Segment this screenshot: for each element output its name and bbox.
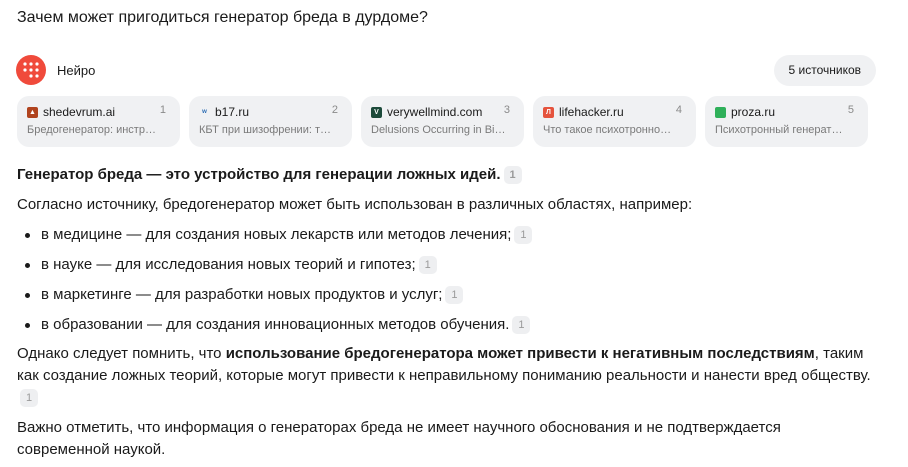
list-item-text: в маркетинге — для разработки новых прод… (41, 286, 443, 303)
source-domain: lifehacker.ru (559, 105, 624, 119)
list-item-text: в науке — для исследования новых теорий … (41, 256, 416, 273)
lifehacker-icon: Л (543, 106, 554, 118)
answer-lead: Генератор бреда — это устройство для ген… (17, 164, 877, 186)
list-item: в образовании — для создания инновационн… (17, 314, 877, 336)
source-domain: shedevrum.ai (43, 105, 116, 119)
source-number: 2 (331, 104, 338, 116)
brand-name: Нейро (57, 63, 96, 78)
citation-badge[interactable]: 1 (512, 316, 531, 334)
source-snippet: КБТ при шизофрении: т… (199, 124, 331, 136)
source-number: 4 (675, 104, 682, 116)
source-number: 1 (159, 104, 166, 116)
citation-badge[interactable]: 1 (418, 256, 437, 274)
source-cards: ▲ shedevrum.ai 1 Бредогенератор: инстр… … (17, 96, 868, 147)
warning-bold: использование бредогенератора может прив… (225, 345, 815, 362)
answer-note: Важно отметить, что информация о генерат… (17, 419, 781, 458)
answer-body: Генератор бреда — это устройство для ген… (17, 164, 877, 461)
answer-lead-text: Генератор бреда — это устройство для ген… (17, 166, 501, 183)
source-domain: verywellmind.com (387, 105, 483, 119)
list-item: в маркетинге — для разработки новых прод… (17, 284, 877, 306)
citation-badge[interactable]: 1 (503, 166, 522, 184)
sources-count-button[interactable]: 5 источников (773, 55, 876, 86)
citation-badge[interactable]: 1 (20, 389, 38, 407)
citation-badge[interactable]: 1 (445, 286, 464, 304)
b17-icon: ʷ (202, 107, 207, 117)
neuro-logo-icon (16, 55, 46, 85)
answer-intro: Согласно источнику, бредогенератор может… (17, 196, 693, 213)
shedevrum-icon: ▲ (27, 106, 38, 118)
source-number: 3 (503, 104, 510, 116)
source-card-2[interactable]: ʷ b17.ru 2 КБТ при шизофрении: т… (189, 96, 352, 147)
source-snippet: Психотронный генерат… (715, 124, 843, 136)
use-cases-list: в медицине — для создания новых лекарств… (17, 224, 877, 336)
list-item: в медицине — для создания новых лекарств… (17, 224, 877, 246)
answer-header: Нейро 5 источников (16, 55, 876, 89)
verywellmind-icon: V (371, 106, 382, 118)
warning-pre: Однако следует помнить, что (17, 345, 226, 362)
source-snippet: Бредогенератор: инстр… (27, 124, 156, 136)
source-snippet: Что такое психотронно… (543, 124, 672, 136)
proza-icon (715, 106, 726, 118)
source-snippet: Delusions Occurring in Bi… (371, 124, 506, 136)
user-question: Зачем может пригодиться генератор бреда … (17, 9, 428, 26)
list-item-text: в образовании — для создания инновационн… (41, 316, 510, 333)
source-number: 5 (847, 104, 854, 116)
citation-badge[interactable]: 1 (514, 226, 533, 244)
list-item: в науке — для исследования новых теорий … (17, 254, 877, 276)
source-domain: proza.ru (731, 105, 776, 119)
answer-warning: Однако следует помнить, что использовани… (17, 343, 877, 409)
source-domain: b17.ru (215, 105, 250, 119)
source-card-4[interactable]: Л lifehacker.ru 4 Что такое психотронно… (533, 96, 696, 147)
source-card-3[interactable]: V verywellmind.com 3 Delusions Occurring… (361, 96, 524, 147)
list-item-text: в медицине — для создания новых лекарств… (41, 226, 512, 243)
source-card-1[interactable]: ▲ shedevrum.ai 1 Бредогенератор: инстр… (17, 96, 180, 147)
source-card-5[interactable]: proza.ru 5 Психотронный генерат… (705, 96, 868, 147)
